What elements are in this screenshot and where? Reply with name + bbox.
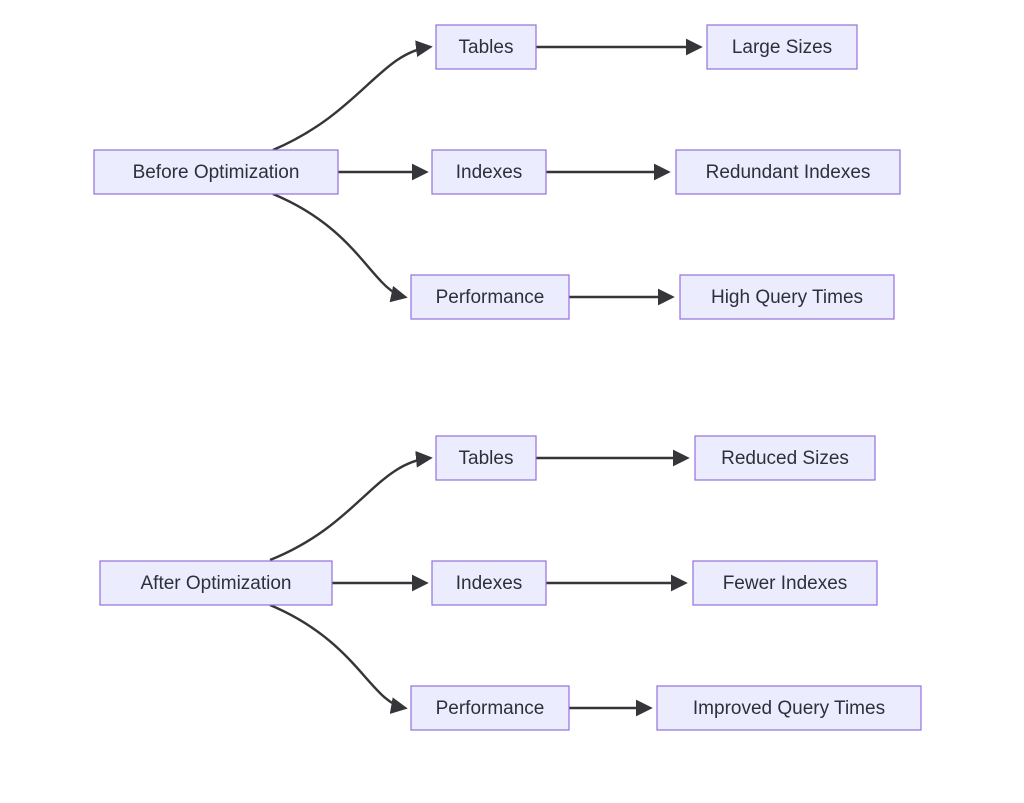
node-a-fewer-indexes: Fewer Indexes (693, 561, 877, 605)
node-b-large-sizes: Large Sizes (707, 25, 857, 69)
node-label: Fewer Indexes (723, 573, 848, 594)
edge-after-to-performance (270, 605, 405, 708)
node-a-indexes: Indexes (432, 561, 546, 605)
node-label: Reduced Sizes (721, 448, 849, 469)
node-label: Performance (436, 698, 545, 719)
flowchart-diagram: Before Optimization Tables Indexes Perfo… (0, 0, 1024, 803)
node-before-optimization: Before Optimization (94, 150, 338, 194)
node-label: Tables (459, 37, 514, 58)
node-b-indexes: Indexes (432, 150, 546, 194)
edges-group (270, 47, 700, 708)
node-b-performance: Performance (411, 275, 569, 319)
node-label: Before Optimization (133, 162, 300, 183)
edge-before-to-performance (273, 194, 405, 297)
node-label: Indexes (456, 162, 523, 183)
node-label: Large Sizes (732, 37, 832, 58)
node-label: Performance (436, 287, 545, 308)
node-label: High Query Times (711, 287, 863, 308)
node-a-reduced-sizes: Reduced Sizes (695, 436, 875, 480)
node-b-tables: Tables (436, 25, 536, 69)
node-label: Indexes (456, 573, 523, 594)
node-a-improved-query-times: Improved Query Times (657, 686, 921, 730)
node-a-performance: Performance (411, 686, 569, 730)
edge-before-to-tables (273, 47, 430, 150)
node-b-high-query-times: High Query Times (680, 275, 894, 319)
node-b-redundant-indexes: Redundant Indexes (676, 150, 900, 194)
node-label: Tables (459, 448, 514, 469)
node-label: Redundant Indexes (706, 162, 871, 183)
node-label: After Optimization (141, 573, 292, 594)
node-a-tables: Tables (436, 436, 536, 480)
node-label: Improved Query Times (693, 698, 885, 719)
edge-after-to-tables (270, 458, 430, 560)
node-after-optimization: After Optimization (100, 561, 332, 605)
